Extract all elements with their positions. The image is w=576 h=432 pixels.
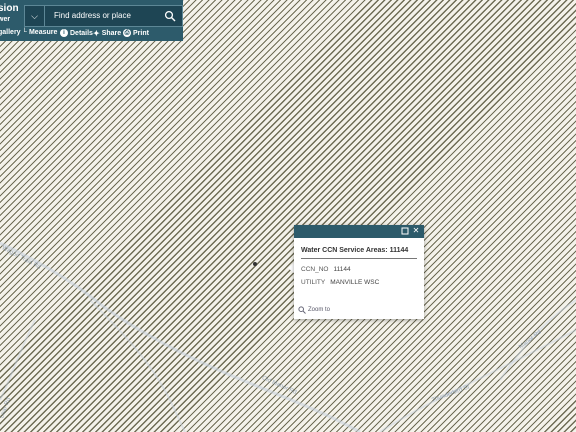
share-icon: ✦: [93, 29, 100, 38]
field-value: MANVILLE WSC: [330, 279, 380, 286]
print-icon: ⎙: [123, 29, 131, 37]
toolbar-label: gallery: [0, 29, 21, 36]
app-header: sion wer ⌵ Find address or place gallery…: [0, 0, 183, 41]
info-icon: i: [60, 29, 68, 37]
app-title: sion: [0, 3, 19, 14]
close-icon[interactable]: ✕: [412, 227, 420, 235]
print-button[interactable]: ⎙ Print: [123, 29, 149, 37]
toolbar: gallery └ Measure i Details ✦ Share ⎙ Pr…: [0, 28, 183, 41]
popup-title: Water CCN Service Areas: 11144: [301, 247, 409, 254]
field-row: CCN_NO 11144: [301, 266, 351, 273]
road-network: [0, 241, 576, 432]
field-name: UTILITY: [301, 279, 326, 286]
ruler-icon: └: [22, 29, 27, 36]
feature-popup: ✕ Water CCN Service Areas: 11144 CCN_NO 1…: [294, 225, 424, 319]
toolbar-label: Share: [101, 30, 122, 37]
basemap-gallery-button[interactable]: gallery: [0, 29, 21, 36]
toolbar-label: Print: [133, 29, 149, 37]
app-title-area: sion wer: [0, 0, 22, 27]
app-subtitle: wer: [0, 16, 11, 23]
zoom-icon: [298, 306, 306, 314]
map-point-marker[interactable]: [253, 262, 257, 266]
details-button[interactable]: i Details: [60, 29, 93, 37]
field-name: CCN_NO: [301, 266, 329, 273]
zoom-to-link[interactable]: Zoom to: [298, 306, 330, 314]
popup-header: ✕: [294, 225, 424, 238]
field-value: 11144: [333, 266, 351, 273]
search-box[interactable]: ⌵ Find address or place: [24, 5, 183, 27]
field-row: UTILITY MANVILLE WSC: [301, 279, 379, 286]
map-view[interactable]: Wagon Train Rd Old Manor Rd Thunderbird …: [0, 0, 576, 432]
zoom-to-label: Zoom to: [308, 307, 331, 313]
measure-button[interactable]: └ Measure: [22, 29, 57, 36]
search-input[interactable]: Find address or place: [54, 11, 131, 20]
search-icon[interactable]: [164, 10, 176, 22]
chevron-down-icon[interactable]: ⌵: [25, 6, 45, 26]
share-button[interactable]: ✦ Share: [93, 29, 121, 38]
toolbar-label: Details: [70, 29, 93, 37]
popup-divider: [301, 258, 417, 259]
toolbar-label: Measure: [28, 29, 58, 36]
maximize-icon[interactable]: [401, 227, 409, 235]
